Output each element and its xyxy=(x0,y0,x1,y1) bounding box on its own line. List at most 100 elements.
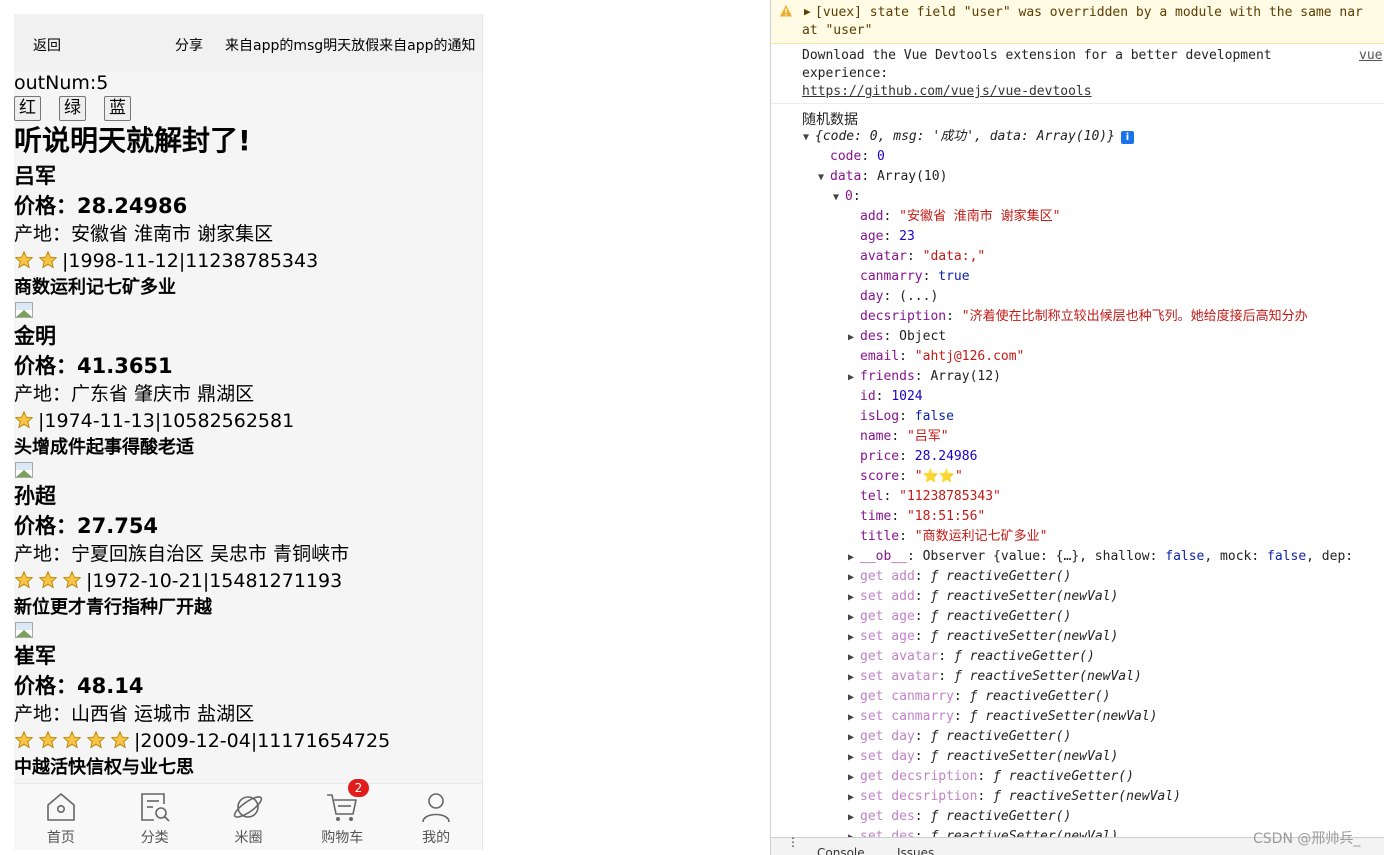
tree-token: : (...) xyxy=(883,289,939,304)
tree-row: title: "商数运利记七矿多业" xyxy=(848,527,1047,547)
tree-token: "济着使在比制称立较出候层也种飞列。她给度接后高知分办 xyxy=(961,309,1308,324)
tree-token: code xyxy=(830,149,862,164)
source-link[interactable]: vue xyxy=(1359,48,1382,63)
tree-row[interactable]: ▶ set add: ƒ reactiveSetter(newVal) xyxy=(848,587,1118,607)
tree-row[interactable]: ▶ set canmarry: ƒ reactiveSetter(newVal) xyxy=(848,707,1157,727)
star-icon xyxy=(14,410,34,429)
tree-row[interactable]: ▶ get des: ƒ reactiveGetter() xyxy=(848,807,1071,827)
tab-mine[interactable]: 我的 xyxy=(389,784,482,850)
phone-content[interactable]: outNum:5 红绿蓝 听说明天就解封了! 吕军 价格：28.24986 产地… xyxy=(14,72,482,783)
star-rating xyxy=(14,570,86,592)
expand-arrow-icon[interactable]: ▶ xyxy=(848,688,860,708)
tab-label: 我的 xyxy=(422,830,451,846)
tree-row[interactable]: ▶ get canmarry: ƒ reactiveGetter() xyxy=(848,687,1110,707)
item-origin: 产地：广东省 肇庆市 鼎湖区 xyxy=(14,383,255,405)
tree-token: set canmarry xyxy=(860,709,954,724)
tree-row[interactable]: ▶ get decsription: ƒ reactiveGetter() xyxy=(848,767,1134,787)
back-button[interactable]: 返回 xyxy=(33,35,61,55)
expand-arrow-icon[interactable]: ▶ xyxy=(848,608,860,628)
tree-row: name: "吕军" xyxy=(848,427,949,447)
tree-row[interactable]: ▶ get avatar: ƒ reactiveGetter() xyxy=(848,647,1095,667)
tree-token: day xyxy=(860,289,884,304)
red-button[interactable]: 红 xyxy=(14,96,41,121)
tree-row[interactable]: ▶ set decsription: ƒ reactiveSetter(newVa… xyxy=(848,787,1181,807)
tree-token: "⭐⭐" xyxy=(914,469,963,484)
tree-row[interactable]: ▼ 0: xyxy=(833,187,861,207)
tree-token: 28.24986 xyxy=(914,449,978,464)
tree-row[interactable]: ▶ set day: ƒ reactiveSetter(newVal) xyxy=(848,747,1118,767)
tree-token: : xyxy=(899,349,915,364)
tree-token: : xyxy=(914,729,931,744)
tab-home[interactable]: 首页 xyxy=(14,784,108,850)
tree-token: avatar xyxy=(860,249,907,264)
tree-row[interactable]: ▼ data: Array(10) xyxy=(818,167,947,187)
tab-cart[interactable]: 2 购物车 xyxy=(295,779,389,850)
info-badge-icon[interactable]: i xyxy=(1120,131,1134,144)
tree-token: set add xyxy=(860,589,915,604)
tab-issues[interactable]: Issues xyxy=(897,846,934,855)
broken-image-icon xyxy=(14,301,34,321)
share-button[interactable]: 分享 xyxy=(175,35,203,55)
bottom-tab-bar: 首页 分类 米圈 2 购物车 我的 xyxy=(14,779,482,850)
tree-row[interactable]: ▶ set age: ƒ reactiveSetter(newVal) xyxy=(848,627,1118,647)
expand-arrow-icon[interactable]: ▶ xyxy=(848,808,860,828)
expand-arrow-icon[interactable]: ▶ xyxy=(848,548,860,568)
star-icon xyxy=(38,250,58,269)
expand-arrow-icon[interactable]: ▶ xyxy=(848,668,860,688)
tab-category[interactable]: 分类 xyxy=(108,784,202,850)
collapse-arrow-icon[interactable]: ▼ xyxy=(803,128,815,148)
tree-row[interactable]: ▶ get age: ƒ reactiveGetter() xyxy=(848,607,1071,627)
expand-arrow-icon[interactable]: ▶ xyxy=(848,748,860,768)
tree-token: title xyxy=(860,529,900,544)
tree-token: 1024 xyxy=(891,389,923,404)
item-origin: 产地：山西省 运城市 盐湖区 xyxy=(14,703,255,725)
expand-arrow-icon[interactable]: ▶ xyxy=(848,648,860,668)
tree-row[interactable]: ▶ get day: ƒ reactiveGetter() xyxy=(848,727,1071,747)
more-icon[interactable]: ⋮ xyxy=(787,835,799,849)
color-button-group: 红绿蓝 xyxy=(14,96,482,122)
expand-arrow-icon[interactable]: ▶ xyxy=(848,768,860,788)
tree-row[interactable]: ▼ {code: 0, msg: '成功', data: Array(10)} i xyxy=(803,127,1134,147)
warning-text: [vuex] state field "user" was overridden… xyxy=(815,5,1363,20)
expand-arrow-icon[interactable]: ▶ xyxy=(848,568,860,588)
expand-arrow-icon[interactable]: ▶ xyxy=(848,728,860,748)
devtools-link[interactable]: https://github.com/vuejs/vue-devtools xyxy=(802,84,1092,99)
tree-token: : xyxy=(899,449,915,464)
expand-arrow-icon[interactable]: ▶ xyxy=(848,588,860,608)
tab-label: 米圈 xyxy=(234,830,263,846)
tree-token: : xyxy=(883,229,900,244)
expand-arrow-icon[interactable]: ▶ xyxy=(804,5,811,18)
tree-row: add: "安徽省 淮南市 谢家集区" xyxy=(848,207,1060,227)
tree-token: id xyxy=(860,389,876,404)
broken-image-icon xyxy=(14,461,34,481)
expand-arrow-icon[interactable]: ▶ xyxy=(848,368,860,388)
collapse-arrow-icon[interactable]: ▼ xyxy=(818,168,830,188)
tree-row[interactable]: ▶ get add: ƒ reactiveGetter() xyxy=(848,567,1071,587)
item-price: 价格：28.24986 xyxy=(14,194,188,218)
expand-arrow-icon[interactable]: ▶ xyxy=(848,328,860,348)
tree-token: ƒ reactiveGetter() xyxy=(953,649,1095,664)
expand-arrow-icon[interactable]: ▶ xyxy=(848,708,860,728)
collapse-arrow-icon[interactable]: ▼ xyxy=(833,188,845,208)
blue-button[interactable]: 蓝 xyxy=(104,96,131,121)
expand-arrow-icon[interactable]: ▶ xyxy=(848,628,860,648)
item-date-tel: |2009-12-04|11171654725 xyxy=(134,730,391,752)
expand-arrow-icon[interactable]: ▶ xyxy=(848,788,860,808)
tree-token: , dep: xyxy=(1306,549,1354,564)
star-icon xyxy=(110,730,130,749)
tree-token: : xyxy=(914,809,931,824)
green-button[interactable]: 绿 xyxy=(59,96,86,121)
home-icon xyxy=(47,793,75,821)
tab-console[interactable]: Console xyxy=(817,846,865,855)
tree-row: tel: "11238785343" xyxy=(848,487,1001,507)
devtools-console[interactable]: ▶ [vuex] state field "user" was overridd… xyxy=(770,0,1384,855)
tree-row[interactable]: ▶ __ob__: Observer {value: {…}, shallow: … xyxy=(848,547,1353,567)
tree-token: "安徽省 淮南市 谢家集区" xyxy=(899,209,1061,224)
tree-row[interactable]: ▶ set avatar: ƒ reactiveSetter(newVal) xyxy=(848,667,1142,687)
tree-row[interactable]: ▶ friends: Array(12) xyxy=(848,367,1001,387)
star-icon xyxy=(14,570,34,589)
star-icon xyxy=(38,570,58,589)
tree-token: : xyxy=(861,149,877,164)
tree-row[interactable]: ▶ des: Object xyxy=(848,327,946,347)
tab-mi-circle[interactable]: 米圈 xyxy=(202,784,296,850)
